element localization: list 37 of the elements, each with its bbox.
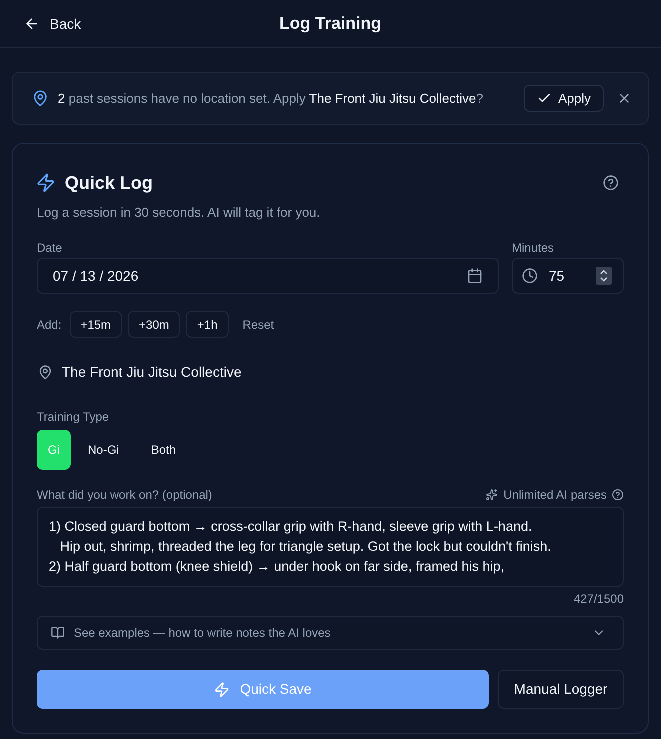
page-title: Log Training xyxy=(280,12,382,35)
lightning-icon xyxy=(36,173,56,193)
add-label: Add: xyxy=(37,316,62,334)
ai-parses-label: Unlimited AI parses xyxy=(504,487,607,504)
minutes-field[interactable]: 75 xyxy=(512,258,624,294)
minutes-label: Minutes xyxy=(512,240,556,256)
examples-toggle[interactable]: See examples — how to write notes the AI loves xyxy=(37,616,624,650)
add-time-button[interactable]: +30m xyxy=(128,311,180,338)
training-type-option[interactable]: No-Gi xyxy=(73,430,134,470)
close-icon[interactable] xyxy=(617,91,632,106)
location-pin-icon xyxy=(32,90,49,107)
location-name[interactable]: The Front Jiu Jitsu Collective xyxy=(62,362,242,382)
date-label: Date xyxy=(37,240,64,256)
character-counter: 427/1500 xyxy=(572,591,624,607)
add-time-button[interactable]: +1h xyxy=(186,311,229,338)
help-icon[interactable] xyxy=(603,175,619,191)
training-type-option[interactable]: Both xyxy=(136,430,192,470)
notes-label: What did you work on? (optional) xyxy=(37,487,212,504)
reset-button[interactable]: Reset xyxy=(242,316,274,334)
sparkle-icon xyxy=(486,489,498,501)
training-type-label: Training Type xyxy=(37,409,110,425)
banner-message: 2 past sessions have no location set. Apply The Front Jiu Jitsu Collective? xyxy=(58,90,484,108)
spinner-icon[interactable] xyxy=(596,267,612,285)
add-time-button[interactable]: +15m xyxy=(70,311,122,338)
calendar-icon[interactable] xyxy=(467,268,483,284)
location-pin-icon xyxy=(38,364,53,380)
manual-logger-button[interactable]: Manual Logger xyxy=(498,670,624,709)
date-field[interactable]: 07 / 13 / 2026 xyxy=(37,258,499,294)
help-icon[interactable] xyxy=(612,489,624,501)
apply-button[interactable]: Apply xyxy=(524,85,604,112)
notes-textarea[interactable]: 1) Closed guard bottom → cross-collar grip with R-hand, sleeve grip with L-hand. Hip out, shrimp, threaded the leg for triangle setup. Got the lock but couldn't finish. 2) Half guard bottom (knee shield) → under hook on far side, framed his hip, xyxy=(37,507,624,587)
book-icon xyxy=(51,626,65,640)
back-button[interactable]: Back xyxy=(24,9,82,39)
lightning-icon xyxy=(214,682,230,698)
card-title: Quick Log xyxy=(65,172,154,195)
card-subtitle: Log a session in 30 seconds. AI will tag it for you. xyxy=(37,204,322,222)
clock-icon xyxy=(522,268,538,284)
